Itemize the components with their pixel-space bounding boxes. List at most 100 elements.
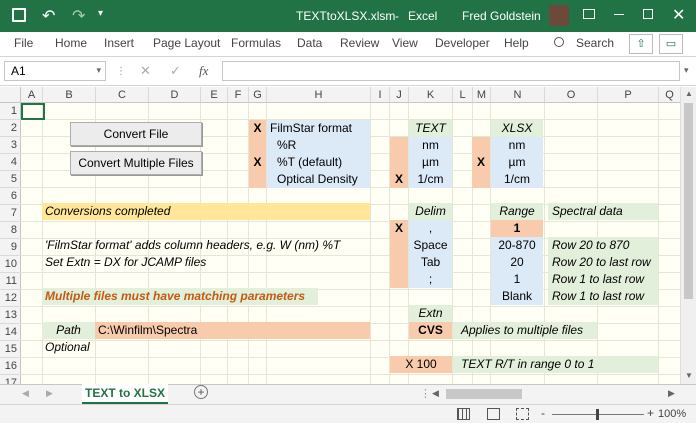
- text-unit-x-row4[interactable]: [390, 154, 408, 171]
- xlsx-unit-x-row5[interactable]: [472, 171, 490, 188]
- search-icon[interactable]: [554, 37, 564, 47]
- user-name[interactable]: Fred Goldstein: [462, 9, 541, 23]
- zoom-in-button[interactable]: +: [647, 406, 654, 420]
- scroll-down-icon[interactable]: ▼: [685, 371, 693, 380]
- ribbon-display-options-icon[interactable]: [583, 9, 595, 19]
- text-unit-x-row3[interactable]: [390, 137, 408, 154]
- xlsx-unit-x-row3[interactable]: [472, 137, 490, 154]
- convert-multiple-files-button[interactable]: Convert Multiple Files: [70, 151, 202, 175]
- row-header-14[interactable]: 14: [0, 324, 21, 341]
- sheet-next-icon[interactable]: ▶: [46, 388, 53, 399]
- path-value[interactable]: C:\Winfilm\Spectra: [95, 322, 370, 339]
- column-header-d[interactable]: D: [149, 87, 201, 103]
- row-header-12[interactable]: 12: [0, 290, 21, 307]
- worksheet-grid[interactable]: ABCDEFGHIJKLMNOPQ 1 2 3 4 5 6 7 8 9 10 11 12 13 14 15 1…: [0, 87, 680, 384]
- delim-x[interactable]: X: [390, 220, 408, 237]
- select-all-corner[interactable]: [0, 87, 21, 103]
- row-header-5[interactable]: 5: [0, 171, 21, 188]
- row-header-13[interactable]: 13: [0, 307, 21, 324]
- name-box-dropdown-icon[interactable]: ▾: [96, 65, 101, 76]
- format-x-row2[interactable]: X: [249, 120, 266, 137]
- column-header-n[interactable]: N: [491, 87, 545, 103]
- row-header-9[interactable]: 9: [0, 239, 21, 256]
- zoom-level[interactable]: 100%: [658, 408, 686, 420]
- column-header-m[interactable]: M: [473, 87, 491, 103]
- tab-review[interactable]: Review: [340, 36, 379, 50]
- page-layout-view-icon[interactable]: [487, 408, 500, 420]
- delim-x-row10[interactable]: [390, 254, 408, 271]
- column-header-f[interactable]: F: [228, 87, 249, 103]
- horizontal-scroll-thumb[interactable]: [446, 389, 522, 399]
- row-header-17[interactable]: 17: [0, 375, 21, 384]
- close-icon[interactable]: ✕: [672, 5, 685, 25]
- tab-view[interactable]: View: [392, 36, 418, 50]
- expand-formula-bar-icon[interactable]: ▾: [684, 65, 689, 76]
- row-header-10[interactable]: 10: [0, 256, 21, 273]
- tab-formulas[interactable]: Formulas: [231, 36, 281, 50]
- scale-value[interactable]: X 100: [390, 356, 452, 373]
- scroll-up-icon[interactable]: ▲: [685, 89, 693, 98]
- column-header-i[interactable]: I: [371, 87, 390, 103]
- add-sheet-icon[interactable]: +: [194, 385, 208, 399]
- column-header-k[interactable]: K: [409, 87, 453, 103]
- format-x-row5[interactable]: [249, 171, 266, 188]
- tab-data[interactable]: Data: [297, 36, 322, 50]
- row-header-6[interactable]: 6: [0, 188, 21, 205]
- column-header-e[interactable]: E: [201, 87, 228, 103]
- extn-value[interactable]: CVS: [409, 322, 452, 339]
- page-break-view-icon[interactable]: [516, 408, 529, 420]
- column-header-q[interactable]: Q: [659, 87, 680, 103]
- column-header-l[interactable]: L: [453, 87, 473, 103]
- normal-view-icon[interactable]: [457, 408, 470, 420]
- tab-split-grip-icon[interactable]: ⋮: [420, 387, 431, 400]
- sheet-tab-text-to-xlsx[interactable]: TEXT to XLSX: [82, 384, 168, 404]
- tab-file[interactable]: File: [14, 36, 33, 50]
- convert-file-button[interactable]: Convert File: [70, 122, 202, 146]
- minimize-icon[interactable]: [614, 14, 624, 15]
- comments-icon[interactable]: ▭: [659, 34, 683, 54]
- scroll-thumb[interactable]: [684, 103, 693, 299]
- column-header-g[interactable]: G: [249, 87, 267, 103]
- row-header-8[interactable]: 8: [0, 222, 21, 239]
- column-header-p[interactable]: P: [598, 87, 659, 103]
- insert-function-icon[interactable]: fx: [199, 63, 208, 79]
- cancel-entry-icon[interactable]: ✕: [140, 63, 151, 79]
- tab-page-layout[interactable]: Page Layout: [153, 36, 220, 50]
- row-header-4[interactable]: 4: [0, 154, 21, 171]
- row-header-2[interactable]: 2: [0, 120, 21, 137]
- undo-icon[interactable]: ↶: [42, 6, 55, 26]
- delim-x-row11[interactable]: [390, 271, 408, 288]
- tab-home[interactable]: Home: [55, 36, 87, 50]
- avatar[interactable]: [549, 5, 569, 26]
- hscroll-left-icon[interactable]: ◀: [432, 388, 439, 399]
- column-header-h[interactable]: H: [267, 87, 371, 103]
- column-header-b[interactable]: B: [43, 87, 96, 103]
- xlsx-unit-x-row4[interactable]: X: [472, 154, 490, 171]
- hscroll-right-icon[interactable]: ▶: [668, 388, 675, 399]
- column-header-a[interactable]: A: [21, 87, 43, 103]
- column-header-j[interactable]: J: [390, 87, 409, 103]
- zoom-slider-thumb[interactable]: [596, 409, 599, 420]
- redo-icon[interactable]: ↷: [72, 6, 85, 26]
- tab-developer[interactable]: Developer: [435, 36, 490, 50]
- name-box[interactable]: A1 ▾: [4, 61, 106, 81]
- row-header-3[interactable]: 3: [0, 137, 21, 154]
- tab-insert[interactable]: Insert: [104, 36, 134, 50]
- delim-x-row9[interactable]: [390, 237, 408, 254]
- row-header-16[interactable]: 16: [0, 358, 21, 375]
- vertical-scrollbar[interactable]: ▲ ▼: [680, 87, 696, 384]
- row-header-15[interactable]: 15: [0, 341, 21, 358]
- column-header-c[interactable]: C: [96, 87, 149, 103]
- formula-bar-grip-icon[interactable]: ⋮: [116, 66, 126, 77]
- range-selection[interactable]: 1: [491, 220, 543, 237]
- formula-input[interactable]: [222, 61, 680, 81]
- row-header-1[interactable]: 1: [0, 103, 21, 120]
- share-icon[interactable]: ⇧: [629, 34, 653, 54]
- zoom-out-button[interactable]: -: [541, 406, 545, 420]
- selected-cell-a1[interactable]: [21, 103, 45, 120]
- text-unit-x-row5[interactable]: X: [390, 171, 408, 188]
- tab-help[interactable]: Help: [504, 36, 529, 50]
- row-header-7[interactable]: 7: [0, 205, 21, 222]
- column-header-o[interactable]: O: [545, 87, 598, 103]
- maximize-icon[interactable]: [643, 9, 653, 19]
